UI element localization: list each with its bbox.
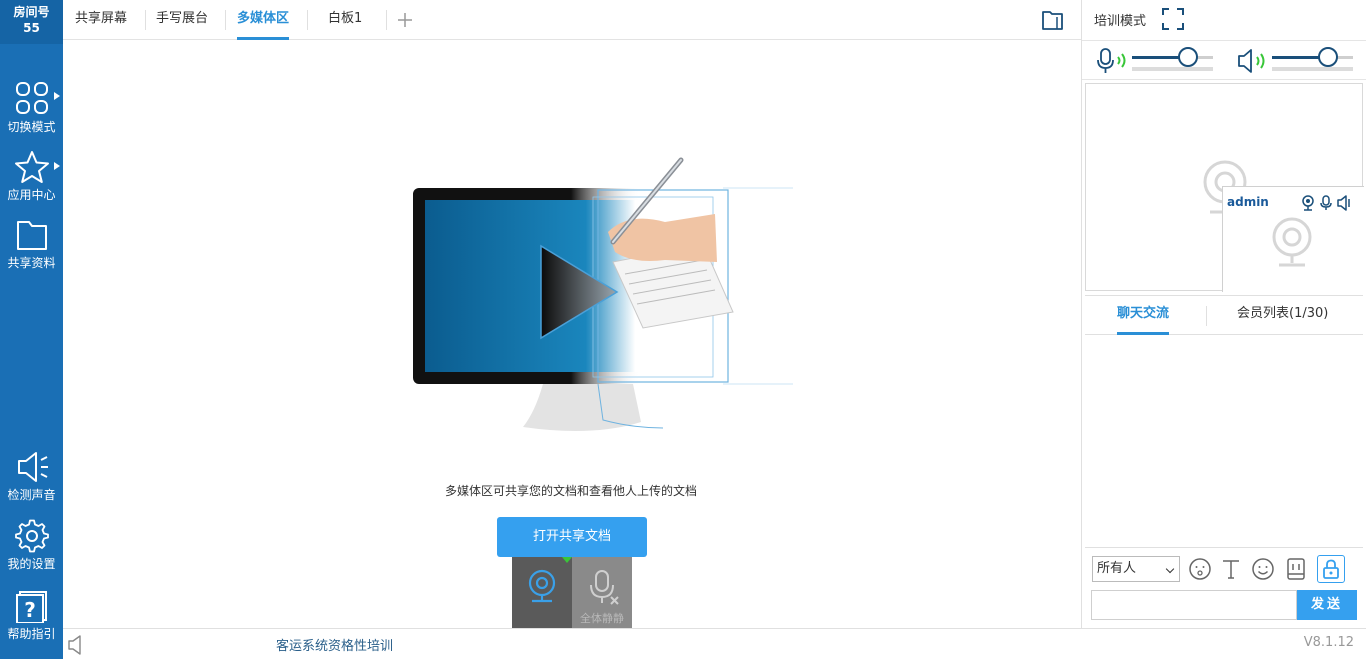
sidebar-item-label: 共享资料	[7, 256, 56, 270]
speaker-volume-slider[interactable]	[1318, 47, 1338, 67]
speaker-level-meter	[1272, 67, 1353, 71]
room-label: 房间号	[13, 5, 50, 19]
training-mode-label: 培训模式	[1094, 14, 1147, 29]
speaker-icon	[17, 452, 48, 482]
grid-icon	[15, 82, 48, 114]
chat-messages	[1085, 335, 1363, 548]
av-control-panel: 全体静静	[512, 557, 632, 628]
mic-volume-slider[interactable]	[1178, 47, 1198, 67]
status-bar: 客运系统资格性培训 V8.1.12	[63, 628, 1366, 659]
mic-icon	[1097, 48, 1126, 73]
tab-divider	[307, 10, 308, 30]
chat-input[interactable]	[1091, 590, 1297, 620]
right-panel: 培训模式 admin 聊天交流 会员列表(1/30) 所有人 发送	[1081, 0, 1366, 628]
add-tab-icon[interactable]	[397, 12, 413, 28]
gear-icon	[14, 519, 49, 553]
sidebar-item-my-settings[interactable]: 我的设置	[0, 519, 63, 572]
expand-arrow-icon	[54, 92, 60, 100]
sidebar-item-switch-mode[interactable]: 切换模式	[0, 80, 63, 135]
fullscreen-icon[interactable]	[1162, 8, 1184, 30]
recipient-select[interactable]: 所有人	[1092, 556, 1180, 582]
tab-divider	[1206, 306, 1207, 326]
speaker-icon[interactable]	[67, 635, 87, 655]
tab-multimedia[interactable]: 多媒体区	[237, 0, 290, 40]
speaker-icon	[1238, 49, 1265, 73]
expand-arrow-icon	[54, 162, 60, 170]
sidebar-item-label: 帮助指引	[7, 627, 56, 641]
sidebar-item-app-center[interactable]: 应用中心	[0, 150, 63, 203]
tab-divider	[145, 10, 146, 30]
camera-toggle[interactable]	[512, 557, 572, 628]
multimedia-hint: 多媒体区可共享您的文档和查看他人上传的文档	[444, 484, 697, 498]
room-badge: 房间号 55	[0, 0, 63, 44]
send-button[interactable]: 发送	[1297, 590, 1357, 620]
mic-muted-icon	[590, 570, 619, 605]
sidebar-item-label: 应用中心	[7, 188, 56, 202]
tile-speaker-icon	[1337, 195, 1350, 211]
tab-divider	[386, 10, 387, 30]
camera-placeholder-icon	[1272, 217, 1312, 267]
sidebar-item-check-sound[interactable]: 检测声音	[0, 450, 63, 503]
multimedia-area: 多媒体区可共享您的文档和查看他人上传的文档 打开共享文档 全体静静	[63, 40, 1081, 628]
tile-mic-icon	[1320, 195, 1332, 210]
chat-toolbar: 所有人	[1085, 550, 1363, 588]
chat-tab-bar: 聊天交流 会员列表(1/30)	[1085, 295, 1363, 335]
mute-all-toggle[interactable]: 全体静静	[572, 557, 632, 628]
mute-all-label: 全体静静	[580, 612, 624, 625]
folder-icon	[16, 221, 47, 250]
tab-chat[interactable]: 聊天交流	[1117, 296, 1170, 335]
room-number: 55	[23, 21, 40, 35]
tab-bar: 共享屏幕 手写展台 多媒体区 白板1	[63, 0, 1081, 40]
main-video-area: admin	[1085, 83, 1364, 292]
tab-whiteboard[interactable]: 白板1	[328, 0, 362, 40]
sidebar-item-label: 切换模式	[7, 120, 56, 134]
camera-icon	[528, 569, 556, 603]
lock-icon	[1323, 559, 1339, 579]
tab-handwriting[interactable]: 手写展台	[156, 0, 208, 40]
tab-member-list[interactable]: 会员列表(1/30)	[1237, 296, 1328, 335]
sidebar-item-label: 检测声音	[7, 488, 56, 502]
version-label: V8.1.12	[1303, 635, 1354, 650]
star-icon	[14, 151, 49, 183]
text-format-icon[interactable]	[1219, 557, 1243, 581]
screenshot-icon[interactable]	[1284, 557, 1308, 581]
surprised-face-icon[interactable]	[1188, 557, 1212, 581]
sidebar-item-shared-files[interactable]: 共享资料	[0, 218, 63, 271]
svg-text:?: ?	[24, 598, 36, 622]
sidebar-item-label: 我的设置	[7, 557, 56, 571]
left-sidebar: 房间号 55 切换模式 应用中心 共享资料 检测声音 我的设置 ? 帮助指引	[0, 0, 63, 659]
mic-level-meter	[1132, 67, 1213, 71]
sidebar-item-help[interactable]: ? 帮助指引	[0, 589, 63, 642]
status-indicator	[562, 557, 572, 563]
recipient-value: 所有人	[1097, 561, 1137, 576]
folder-icon[interactable]	[1041, 9, 1065, 31]
mini-video-tile[interactable]: admin	[1222, 186, 1364, 292]
open-shared-doc-button[interactable]: 打开共享文档	[497, 517, 647, 557]
monitor-illustration	[413, 157, 793, 431]
tab-share-screen[interactable]: 共享屏幕	[75, 0, 127, 40]
course-title: 客运系统资格性培训	[276, 639, 394, 654]
video-user-name: admin	[1227, 195, 1269, 209]
tile-camera-icon	[1302, 195, 1314, 211]
tab-divider	[225, 10, 226, 30]
help-icon: ?	[15, 591, 47, 623]
emoji-icon[interactable]	[1251, 557, 1275, 581]
chevron-down-icon	[1165, 564, 1175, 574]
lock-toggle[interactable]	[1317, 555, 1345, 583]
volume-controls	[1082, 40, 1366, 80]
